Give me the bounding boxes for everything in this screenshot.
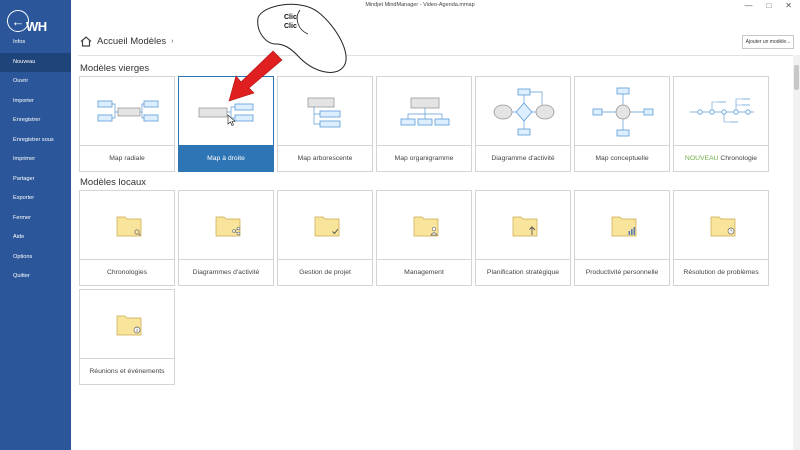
- folder-icon: [215, 216, 241, 237]
- template-label: Map à droite: [179, 145, 273, 171]
- folder-icon: [413, 216, 439, 237]
- nav-item-aide[interactable]: Aide: [0, 228, 71, 248]
- template-tile-diagramme-activite[interactable]: Diagramme d'activité: [475, 76, 571, 172]
- diagramme-activite-preview: [476, 77, 570, 147]
- section-title-local-templates: Modèles locaux: [80, 177, 147, 188]
- folder-icon: [611, 216, 637, 237]
- close-icon[interactable]: ✕: [785, 0, 792, 12]
- annotation-clic-1: Clic: [284, 14, 297, 21]
- template-label: Map radiale: [80, 145, 174, 171]
- template-label: Map conceptuelle: [575, 145, 669, 171]
- template-tile-chronologie[interactable]: NOUVEAU Chronologie: [673, 76, 769, 172]
- window-controls: — □ ✕: [744, 0, 792, 12]
- annotation-clic-2: Clic: [284, 23, 297, 30]
- nav-item-fermer[interactable]: Fermer: [0, 209, 71, 229]
- template-label-chronologie: NOUVEAU Chronologie: [674, 145, 768, 171]
- map-a-droite-preview: [179, 77, 273, 147]
- template-tile-map-radiale[interactable]: Map radiale: [79, 76, 175, 172]
- folder-icon: [116, 315, 142, 336]
- nav-item-partager[interactable]: Partager: [0, 170, 71, 190]
- template-tile-map-organigramme[interactable]: Map organigramme: [376, 76, 472, 172]
- nav-item-importer[interactable]: Importer: [0, 92, 71, 112]
- mouse-pointer-icon: [227, 114, 236, 126]
- map-organigramme-preview: [377, 77, 471, 147]
- nouveau-badge: NOUVEAU: [684, 155, 719, 162]
- template-folder-chronologies[interactable]: Chronologies: [79, 190, 175, 286]
- nav-item-infos[interactable]: Infos: [0, 33, 71, 53]
- mouse-click-icon: [257, 3, 347, 73]
- nav-item-ouvrir[interactable]: Ouvrir: [0, 72, 71, 92]
- vertical-scrollbar[interactable]: [793, 55, 800, 450]
- home-icon[interactable]: [80, 36, 92, 47]
- nav-item-enregistrer[interactable]: Enregistrer: [0, 111, 71, 131]
- breadcrumb-label[interactable]: Accueil Modèles: [97, 36, 166, 47]
- template-label: Map organigramme: [377, 145, 471, 171]
- folder-icon: [710, 216, 736, 237]
- template-label: Chronologies: [80, 259, 174, 285]
- window-title: Mindjet MindManager - Video-Agenda.mmap: [365, 2, 475, 8]
- template-label: Chronologie: [720, 155, 758, 162]
- template-folder-gestion-projet[interactable]: Gestion de projet: [277, 190, 373, 286]
- nav-item-exporter[interactable]: Exporter: [0, 189, 71, 209]
- backstage-nav: Infos Nouveau Ouvrir Importer Enregistre…: [0, 33, 71, 287]
- minimize-icon[interactable]: —: [744, 0, 752, 12]
- nav-item-nouveau[interactable]: Nouveau: [0, 52, 71, 72]
- map-arborescente-preview: [278, 77, 372, 147]
- mindmanager-new-template-screen: ← WH Infos Nouveau Ouvrir Importer Enreg…: [0, 0, 800, 450]
- template-label: Gestion de projet: [278, 259, 372, 285]
- chronologie-preview: [674, 77, 768, 147]
- map-conceptuelle-preview: [575, 77, 669, 147]
- template-tile-map-a-droite[interactable]: Map à droite: [178, 76, 274, 172]
- header-divider: [78, 55, 793, 56]
- maximize-icon[interactable]: □: [766, 0, 771, 12]
- section-title-blank-templates: Modèles vierges: [80, 63, 150, 74]
- map-radiale-preview: [80, 77, 174, 147]
- folder-icon: [512, 216, 538, 237]
- breadcrumb: Accueil Modèles ›: [80, 36, 174, 47]
- template-folder-management[interactable]: Management: [376, 190, 472, 286]
- nav-item-quitter[interactable]: Quitter: [0, 267, 71, 287]
- template-folder-productivite-personnelle[interactable]: Productivité personnelle: [574, 190, 670, 286]
- template-label: Diagrammes d'activité: [179, 259, 273, 285]
- backstage-sidebar: ← WH Infos Nouveau Ouvrir Importer Enreg…: [0, 0, 71, 450]
- template-label: Planification stratégique: [476, 259, 570, 285]
- nav-item-imprimer[interactable]: Imprimer: [0, 150, 71, 170]
- scroll-thumb[interactable]: [794, 65, 799, 90]
- template-folder-resolution-problemes[interactable]: Résolution de problèmes: [673, 190, 769, 286]
- template-label: Management: [377, 259, 471, 285]
- template-folder-reunions-evenements[interactable]: Réunions et événements: [79, 289, 175, 385]
- nav-item-enregistrer-sous[interactable]: Enregistrer sous: [0, 131, 71, 151]
- template-tile-map-arborescente[interactable]: Map arborescente: [277, 76, 373, 172]
- template-label: Productivité personnelle: [575, 259, 669, 285]
- template-folder-planification-strategique[interactable]: Planification stratégique: [475, 190, 571, 286]
- folder-icon: [116, 216, 142, 237]
- channel-logo: WH: [26, 19, 47, 34]
- template-label: Réunions et événements: [80, 358, 174, 384]
- template-tile-map-conceptuelle[interactable]: Map conceptuelle: [574, 76, 670, 172]
- folder-icon: [314, 216, 340, 237]
- chevron-right-icon: ›: [171, 38, 174, 45]
- template-label: Map arborescente: [278, 145, 372, 171]
- template-folder-diagrammes-activite[interactable]: Diagrammes d'activité: [178, 190, 274, 286]
- template-label: Résolution de problèmes: [674, 259, 768, 285]
- template-label: Diagramme d'activité: [476, 145, 570, 171]
- nav-item-options[interactable]: Options: [0, 248, 71, 268]
- add-model-button[interactable]: Ajouter un modèle...: [742, 35, 794, 49]
